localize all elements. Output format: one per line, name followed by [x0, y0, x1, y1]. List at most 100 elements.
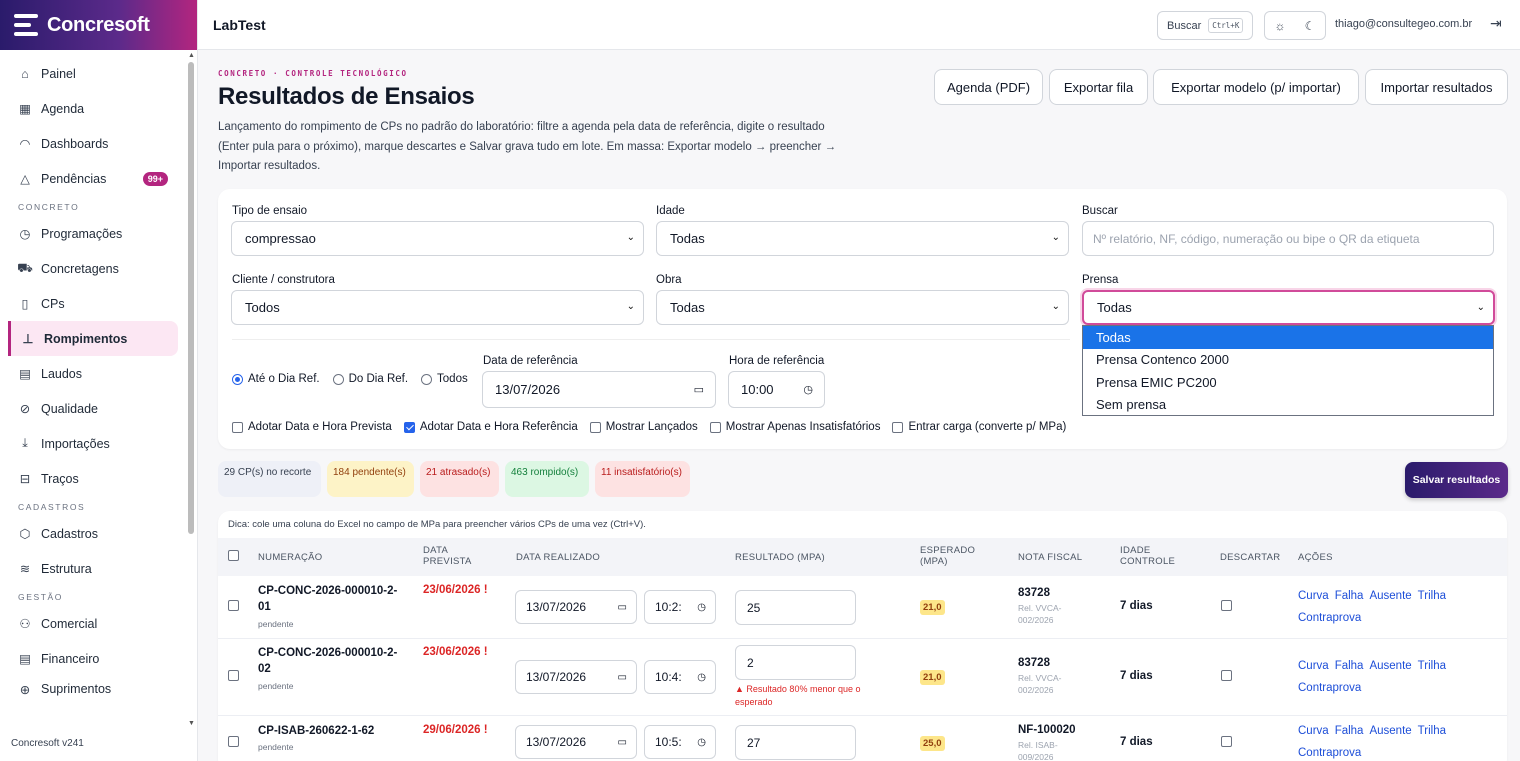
- th-nota-fiscal[interactable]: NOTA FISCAL: [1018, 552, 1082, 563]
- prensa-option-emic[interactable]: Prensa EMIC PC200: [1083, 371, 1493, 394]
- data-realizado-input[interactable]: 13/07/2026 ▭: [515, 660, 637, 694]
- th-numeracao[interactable]: NUMERAÇÃO: [258, 552, 322, 563]
- resultado-input[interactable]: 2: [735, 645, 856, 680]
- hora-ref-input[interactable]: 10:00 ◷: [728, 371, 825, 408]
- descartar-checkbox[interactable]: [1221, 670, 1232, 681]
- radio-ate-dia-ref[interactable]: [232, 373, 243, 385]
- clock-icon[interactable]: ◷: [803, 383, 813, 396]
- export-queue-button[interactable]: Exportar fila: [1049, 69, 1148, 105]
- contraprova-link[interactable]: Contraprova: [1298, 747, 1361, 759]
- moon-icon[interactable]: ☾: [1305, 19, 1316, 33]
- chip-rompidos[interactable]: 463 rompido(s): [505, 461, 589, 497]
- chip-pendentes[interactable]: 184 pendente(s): [327, 461, 414, 497]
- theme-toggle[interactable]: ☼ ☾: [1264, 11, 1326, 40]
- sidebar-item-rompimentos[interactable]: ⊥ Rompimentos: [8, 321, 178, 356]
- clock-icon[interactable]: ◷: [697, 602, 706, 613]
- th-esperado[interactable]: ESPERADO (MPA): [920, 545, 980, 567]
- brand-bar[interactable]: Concresoft: [0, 0, 197, 50]
- checkbox-adotar-referencia[interactable]: [403, 421, 415, 433]
- resultado-input[interactable]: 27: [735, 725, 856, 760]
- descartar-checkbox[interactable]: [1221, 736, 1232, 747]
- checkbox-mostrar-lancados[interactable]: [589, 421, 601, 433]
- save-results-button[interactable]: Salvar resultados: [1405, 462, 1508, 498]
- sidebar-item-importacoes[interactable]: ⤓ Importações: [0, 426, 178, 461]
- clock-icon[interactable]: ◷: [697, 672, 706, 683]
- falha-link[interactable]: Falha: [1335, 590, 1364, 602]
- tipo-select[interactable]: compressao ⌄: [231, 221, 644, 256]
- clock-icon[interactable]: ◷: [697, 737, 706, 748]
- sun-icon[interactable]: ☼: [1275, 19, 1286, 33]
- sidebar-item-suprimentos[interactable]: ⊕ Suprimentos: [0, 676, 178, 696]
- sidebar-item-painel[interactable]: ⌂ Painel: [0, 56, 178, 91]
- checkbox-apenas-insatisfatorios[interactable]: [709, 421, 721, 433]
- prensa-option-todas[interactable]: Todas: [1083, 326, 1493, 349]
- row-select-checkbox[interactable]: [228, 736, 239, 747]
- prensa-option-sem-prensa[interactable]: Sem prensa: [1083, 394, 1493, 417]
- obra-select[interactable]: Todas ⌄: [656, 290, 1069, 325]
- sidebar-scroll-thumb[interactable]: [188, 62, 194, 534]
- calendar-icon[interactable]: ▭: [618, 737, 627, 748]
- select-all-checkbox[interactable]: [228, 550, 239, 561]
- resultado-input[interactable]: 25: [735, 590, 856, 625]
- scroll-down-arrow-icon[interactable]: ▼: [188, 720, 195, 727]
- chip-insatisfatorios[interactable]: 11 insatisfatório(s): [595, 461, 690, 497]
- th-idade-controle[interactable]: IDADE CONTROLE: [1120, 545, 1180, 567]
- th-data-realizado[interactable]: DATA REALIZADO: [516, 552, 600, 563]
- data-realizado-input[interactable]: 13/07/2026 ▭: [515, 590, 637, 624]
- data-ref-input[interactable]: 13/07/2026 ▭: [482, 371, 716, 408]
- th-data-prevista[interactable]: DATA PREVISTA: [423, 545, 483, 567]
- ausente-link[interactable]: Ausente: [1369, 725, 1411, 737]
- curva-link[interactable]: Curva: [1298, 725, 1329, 737]
- scroll-up-arrow-icon[interactable]: ▲: [188, 52, 195, 59]
- trilha-link[interactable]: Trilha: [1418, 725, 1446, 737]
- hora-realizado-input[interactable]: 10:2: ◷: [644, 590, 716, 624]
- logout-icon[interactable]: ⇥: [1490, 15, 1502, 32]
- export-template-button[interactable]: Exportar modelo (p/ importar): [1153, 69, 1359, 105]
- row-select-checkbox[interactable]: [228, 670, 239, 681]
- idade-select[interactable]: Todas ⌄: [656, 221, 1069, 256]
- cliente-select[interactable]: Todos ⌄: [231, 290, 644, 325]
- import-results-button[interactable]: Importar resultados: [1365, 69, 1508, 105]
- contraprova-link[interactable]: Contraprova: [1298, 612, 1361, 624]
- sidebar-item-estrutura[interactable]: ≋ Estrutura: [0, 551, 178, 586]
- sidebar-item-cps[interactable]: ▯ CPs: [0, 286, 178, 321]
- hora-realizado-input[interactable]: 10:4: ◷: [644, 660, 716, 694]
- prensa-select[interactable]: Todas ⌄: [1082, 290, 1495, 325]
- descartar-checkbox[interactable]: [1221, 600, 1232, 611]
- falha-link[interactable]: Falha: [1335, 725, 1364, 737]
- trilha-link[interactable]: Trilha: [1418, 660, 1446, 672]
- contraprova-link[interactable]: Contraprova: [1298, 682, 1361, 694]
- sidebar-item-qualidade[interactable]: ⊘ Qualidade: [0, 391, 178, 426]
- global-search-button[interactable]: Buscar Ctrl+K: [1157, 11, 1253, 40]
- sidebar-item-comercial[interactable]: ⚇ Comercial: [0, 606, 178, 641]
- calendar-icon[interactable]: ▭: [694, 383, 704, 396]
- checkbox-adotar-prevista[interactable]: [232, 421, 243, 433]
- sidebar-item-dashboards[interactable]: ◠ Dashboards: [0, 126, 178, 161]
- calendar-icon[interactable]: ▭: [618, 672, 627, 683]
- radio-todos[interactable]: [421, 373, 433, 385]
- curva-link[interactable]: Curva: [1298, 590, 1329, 602]
- search-input[interactable]: Nº relatório, NF, código, numeração ou b…: [1082, 221, 1494, 256]
- sidebar-item-financeiro[interactable]: ▤ Financeiro: [0, 641, 178, 676]
- th-descartar[interactable]: DESCARTAR: [1220, 552, 1280, 563]
- th-resultado[interactable]: RESULTADO (MPA): [735, 552, 825, 563]
- ausente-link[interactable]: Ausente: [1369, 590, 1411, 602]
- sidebar-item-agenda[interactable]: ▦ Agenda: [0, 91, 178, 126]
- calendar-icon[interactable]: ▭: [618, 602, 627, 613]
- sidebar-item-laudos[interactable]: ▤ Laudos: [0, 356, 178, 391]
- ausente-link[interactable]: Ausente: [1369, 660, 1411, 672]
- sidebar-item-tracos[interactable]: ⊟ Traços: [0, 461, 178, 496]
- sidebar-item-cadastros[interactable]: ⬡ Cadastros: [0, 516, 178, 551]
- row-select-checkbox[interactable]: [228, 600, 239, 611]
- sidebar-item-programacoes[interactable]: ◷ Programações: [0, 216, 178, 251]
- agenda-pdf-button[interactable]: Agenda (PDF): [934, 69, 1043, 105]
- falha-link[interactable]: Falha: [1335, 660, 1364, 672]
- curva-link[interactable]: Curva: [1298, 660, 1329, 672]
- data-realizado-input[interactable]: 13/07/2026 ▭: [515, 725, 637, 759]
- sidebar-item-concretagens[interactable]: ⛟ Concretagens: [0, 251, 178, 286]
- prensa-option-contenco[interactable]: Prensa Contenco 2000: [1083, 349, 1493, 372]
- trilha-link[interactable]: Trilha: [1418, 590, 1446, 602]
- checkbox-entrar-carga[interactable]: [892, 421, 904, 433]
- sidebar-item-pendencias[interactable]: △ Pendências 99+: [0, 161, 178, 196]
- chip-atrasados[interactable]: 21 atrasado(s): [420, 461, 499, 497]
